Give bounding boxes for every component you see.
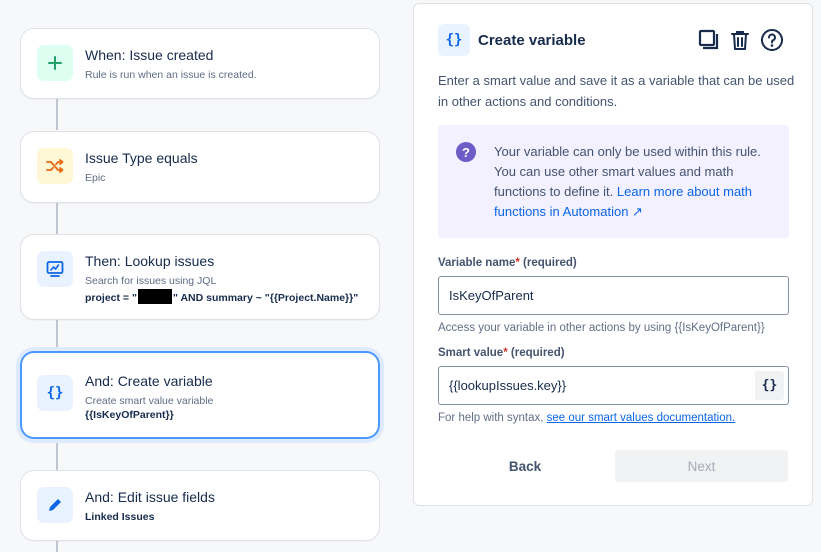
smart-value-label: Smart value* (required) — [438, 347, 565, 359]
flow-connector — [56, 540, 58, 552]
braces-icon: {} — [37, 375, 73, 411]
action-card-edit-issue-fields[interactable]: And: Edit issue fields Linked Issues — [20, 470, 380, 541]
info-message: Your variable can only be used within th… — [494, 142, 774, 222]
card-title: Issue Type equals — [85, 150, 198, 166]
braces-icon: {} — [438, 24, 470, 56]
card-subtitle: Epic — [85, 172, 106, 184]
pencil-icon — [37, 487, 73, 523]
back-button[interactable]: Back — [478, 450, 572, 482]
plus-icon — [37, 45, 73, 81]
flow-connector — [56, 319, 58, 351]
variable-name-help: Access your variable in other actions by… — [438, 322, 765, 334]
trigger-card-issue-created[interactable]: When: Issue created Rule is run when an … — [20, 28, 380, 99]
create-variable-panel: {} Create variable Enter a smart value a… — [413, 3, 813, 506]
smart-values-docs-link[interactable]: see our smart values documentation. — [547, 412, 736, 424]
panel-description: Enter a smart value and save it as a var… — [438, 73, 795, 109]
action-card-lookup-issues[interactable]: Then: Lookup issues Search for issues us… — [20, 234, 380, 320]
braces-icon: {} — [761, 378, 778, 393]
braces-icon-glyph: {} — [445, 32, 463, 48]
jql-query: project = " " AND summary ~ "{{Project.Na… — [85, 289, 358, 304]
help-button[interactable] — [758, 26, 786, 54]
card-title: Then: Lookup issues — [85, 253, 215, 269]
card-title: When: Issue created — [85, 47, 214, 63]
variable-name-label: Variable name* (required) — [438, 257, 577, 269]
card-subtitle: Create smart value variable — [85, 395, 214, 407]
variable-token: {{IsKeyOfParent}} — [85, 409, 174, 421]
jql-query-suffix: " AND summary ~ "{{Project.Name}}" — [172, 292, 359, 304]
question-icon-glyph: ? — [462, 144, 470, 160]
flow-connector — [56, 439, 58, 471]
required-asterisk: * — [503, 347, 508, 359]
smart-value-input[interactable]: {{lookupIssues.key}} {} — [438, 366, 789, 405]
next-button[interactable]: Next — [615, 450, 788, 482]
trash-icon — [731, 31, 749, 50]
card-title: And: Edit issue fields — [85, 489, 215, 505]
shuffle-icon — [37, 148, 73, 184]
variable-name-label-text: Variable name — [438, 257, 516, 269]
smart-value-insert-button[interactable]: {} — [755, 371, 784, 400]
smart-value-label-text: Smart value — [438, 347, 504, 359]
panel-title: Create variable — [478, 32, 586, 49]
variable-name-input[interactable]: IsKeyOfParent — [438, 276, 789, 315]
info-section-message: ? Your variable can only be used within … — [438, 125, 789, 238]
duplicate-button[interactable] — [695, 26, 723, 54]
redacted-block — [137, 289, 172, 304]
monitor-icon — [37, 251, 73, 287]
syntax-help: For help with syntax, see our smart valu… — [438, 412, 735, 424]
automation-rule-editor: When: Issue created Rule is run when an … — [0, 0, 821, 552]
smart-value-value: {{lookupIssues.key}} — [449, 378, 567, 393]
help-icon — [761, 29, 783, 51]
flow-connector — [56, 202, 58, 234]
variable-name-value: IsKeyOfParent — [449, 288, 534, 303]
action-card-create-variable[interactable]: {} And: Create variable Create smart val… — [20, 351, 380, 439]
required-text: (required) — [510, 347, 565, 359]
flow-connector — [56, 98, 58, 130]
condition-card-issue-type[interactable]: Issue Type equals Epic — [20, 131, 380, 203]
jql-query-prefix: project = " — [85, 292, 137, 304]
question-icon: ? — [456, 142, 476, 162]
braces-icon-glyph: {} — [46, 385, 64, 401]
required-text: (required) — [523, 257, 577, 269]
card-title: And: Create variable — [85, 373, 213, 389]
card-subtitle: Search for issues using JQL — [85, 275, 217, 287]
delete-button[interactable] — [726, 26, 754, 54]
duplicate-icon — [698, 29, 719, 50]
card-subtitle: Linked Issues — [85, 511, 155, 523]
syntax-help-text: For help with syntax, — [438, 412, 547, 424]
card-subtitle: Rule is run when an issue is created. — [85, 69, 257, 81]
required-asterisk: * — [515, 257, 520, 269]
